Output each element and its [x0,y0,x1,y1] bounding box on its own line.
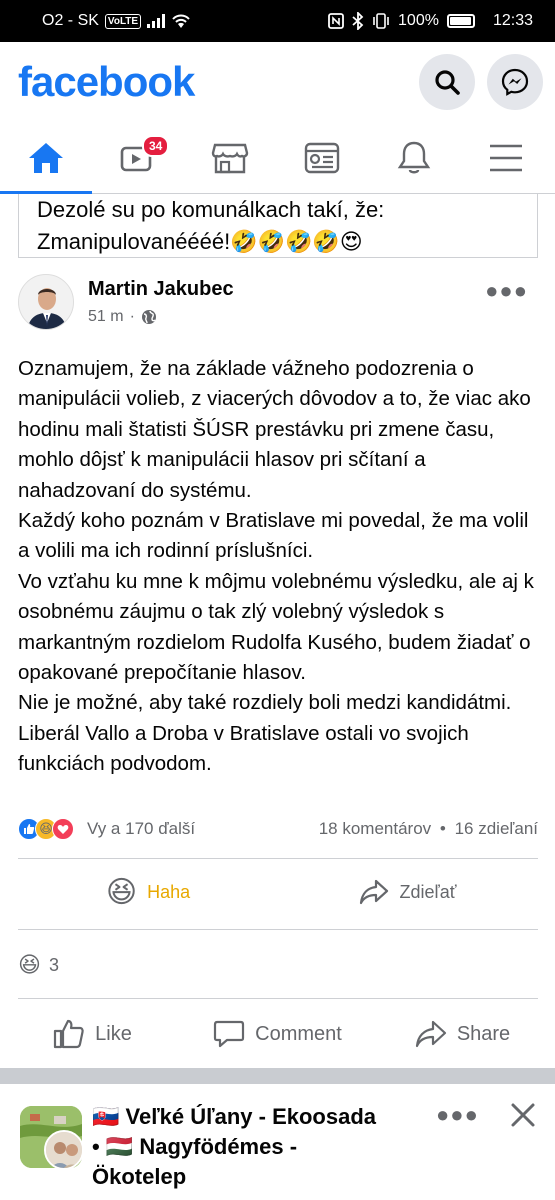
post-body: Oznamujem, že na základe vážneho podozre… [18,354,543,780]
volte-badge: VoLTE [104,13,142,29]
shares-count[interactable]: 16 zdieľaní [455,819,538,838]
tab-menu[interactable] [460,122,552,194]
carrier-info: O2 - SK VoLTE [42,12,191,30]
divider [18,998,538,999]
haha-button[interactable]: 😆 Haha [18,875,278,910]
like-icon [54,1019,84,1049]
divider [18,929,538,930]
shared-post-snippet[interactable]: Dezolé su po komunálkach takí, že: Zmani… [18,194,538,258]
haha-small-icon: 😆 [18,952,41,977]
nfc-icon [328,13,344,29]
post-time[interactable]: 51 m [88,308,124,326]
group-title-line-2: • 🇭🇺 Nagyfödémes - [92,1134,298,1159]
messenger-button[interactable] [487,54,543,110]
post-paragraph: Liberál Vallo a Droba v Bratislave ostal… [18,721,469,776]
next-post: 🇸🇰 Veľké Úľany - Ekoosada • 🇭🇺 Nagyfödém… [0,1084,555,1200]
snippet-line-2: Zmanipulovanéééé!🤣🤣🤣🤣😍 [37,229,363,254]
home-icon [29,143,63,173]
member-avatar[interactable] [44,1130,84,1170]
post-more-button[interactable]: ●●● [485,278,528,304]
share-bottom-label: Share [456,1022,511,1045]
clock: 12:33 [492,12,533,29]
reaction-icons[interactable]: 😆 [18,818,74,840]
store-icon [211,143,249,174]
wifi-icon [172,14,190,28]
group-title[interactable]: 🇸🇰 Veľké Úľany - Ekoosada • 🇭🇺 Nagyfödém… [92,1102,422,1192]
status-bar: O2 - SK VoLTE 100% 12:33 [0,0,555,42]
avatar[interactable] [18,274,74,330]
share-label: Zdieľať [399,881,457,902]
post-paragraph: Vo vzťahu ku mne k môjmu volebnému výsle… [18,569,534,685]
share-button[interactable]: Zdieľať [278,879,538,905]
bottom-action-bar: Like Comment Share [0,1000,555,1068]
menu-icon [490,144,522,172]
reaction-count: 3 [48,954,59,975]
post-paragraph: Každý koho poznám v Bratislave mi poveda… [18,509,529,563]
avatar-image [19,275,73,329]
comment-button[interactable]: Comment [185,1019,370,1049]
battery-percent: 100% [398,12,439,29]
reaction-summary[interactable]: 😆 3 [18,948,59,982]
close-post-button[interactable] [508,1100,538,1135]
globe-icon [141,310,156,324]
post-header: Martin Jakubec 51 m · ●●● [18,272,538,338]
share-bottom-button[interactable]: Share [370,1020,555,1048]
search-icon [435,70,460,95]
meta-dot: · [129,308,135,325]
love-reaction-icon [52,818,74,840]
app-header: facebook [0,42,555,122]
tab-marketplace[interactable] [184,122,276,194]
clock-feed-icon [304,142,340,174]
share-icon [415,1020,446,1048]
tab-memories[interactable] [276,122,368,194]
post-paragraph: Oznamujem, že na základe vážneho podozre… [18,357,531,502]
feed-separator [0,1068,555,1084]
next-post-more-button[interactable]: ●●● [436,1102,479,1128]
reactions-text[interactable]: Vy a 170 ďalší [87,819,195,839]
tab-notifications[interactable] [368,122,460,194]
post-paragraph: Nie je možné, aby také rozdiely boli med… [18,691,512,715]
group-title-line-1: 🇸🇰 Veľké Úľany - Ekoosada [92,1104,377,1129]
post-author[interactable]: Martin Jakubec [88,278,234,301]
bell-icon [397,141,431,174]
post-meta: 51 m · [88,308,157,326]
tab-home[interactable] [0,122,92,194]
haha-icon: 😆 [105,875,138,909]
watch-badge: 34 [142,135,170,157]
messenger-icon [501,68,529,96]
comment-label: Comment [255,1022,342,1045]
post-stats: 😆 Vy a 170 ďalší 18 komentárov • 16 zdie… [18,814,538,844]
comment-icon [214,1020,245,1048]
search-button[interactable] [419,54,475,110]
status-right: 100% 12:33 [328,12,533,30]
signal-icon [147,14,166,28]
close-icon [511,1103,535,1127]
facebook-logo[interactable]: facebook [18,58,195,106]
vibrate-icon [373,13,389,29]
like-button[interactable]: Like [0,1019,185,1049]
tab-watch[interactable]: 34 [92,122,184,194]
like-label: Like [95,1022,132,1045]
comments-count[interactable]: 18 komentárov [319,819,431,838]
carrier-name: O2 - SK [42,12,99,29]
battery-icon [446,14,475,28]
stats-right: 18 komentárov • 16 zdieľaní [319,819,538,839]
share-arrow-icon [360,879,389,905]
group-title-line-3: Ökotelep [92,1164,187,1189]
snippet-line-1: Dezolé su po komunálkach takí, že: [37,197,385,222]
post-action-row: 😆 Haha Zdieľať [18,858,538,926]
main-nav: 34 [0,122,555,194]
stats-dot: • [439,819,446,838]
bluetooth-icon [352,12,364,30]
haha-label: Haha [147,881,191,902]
